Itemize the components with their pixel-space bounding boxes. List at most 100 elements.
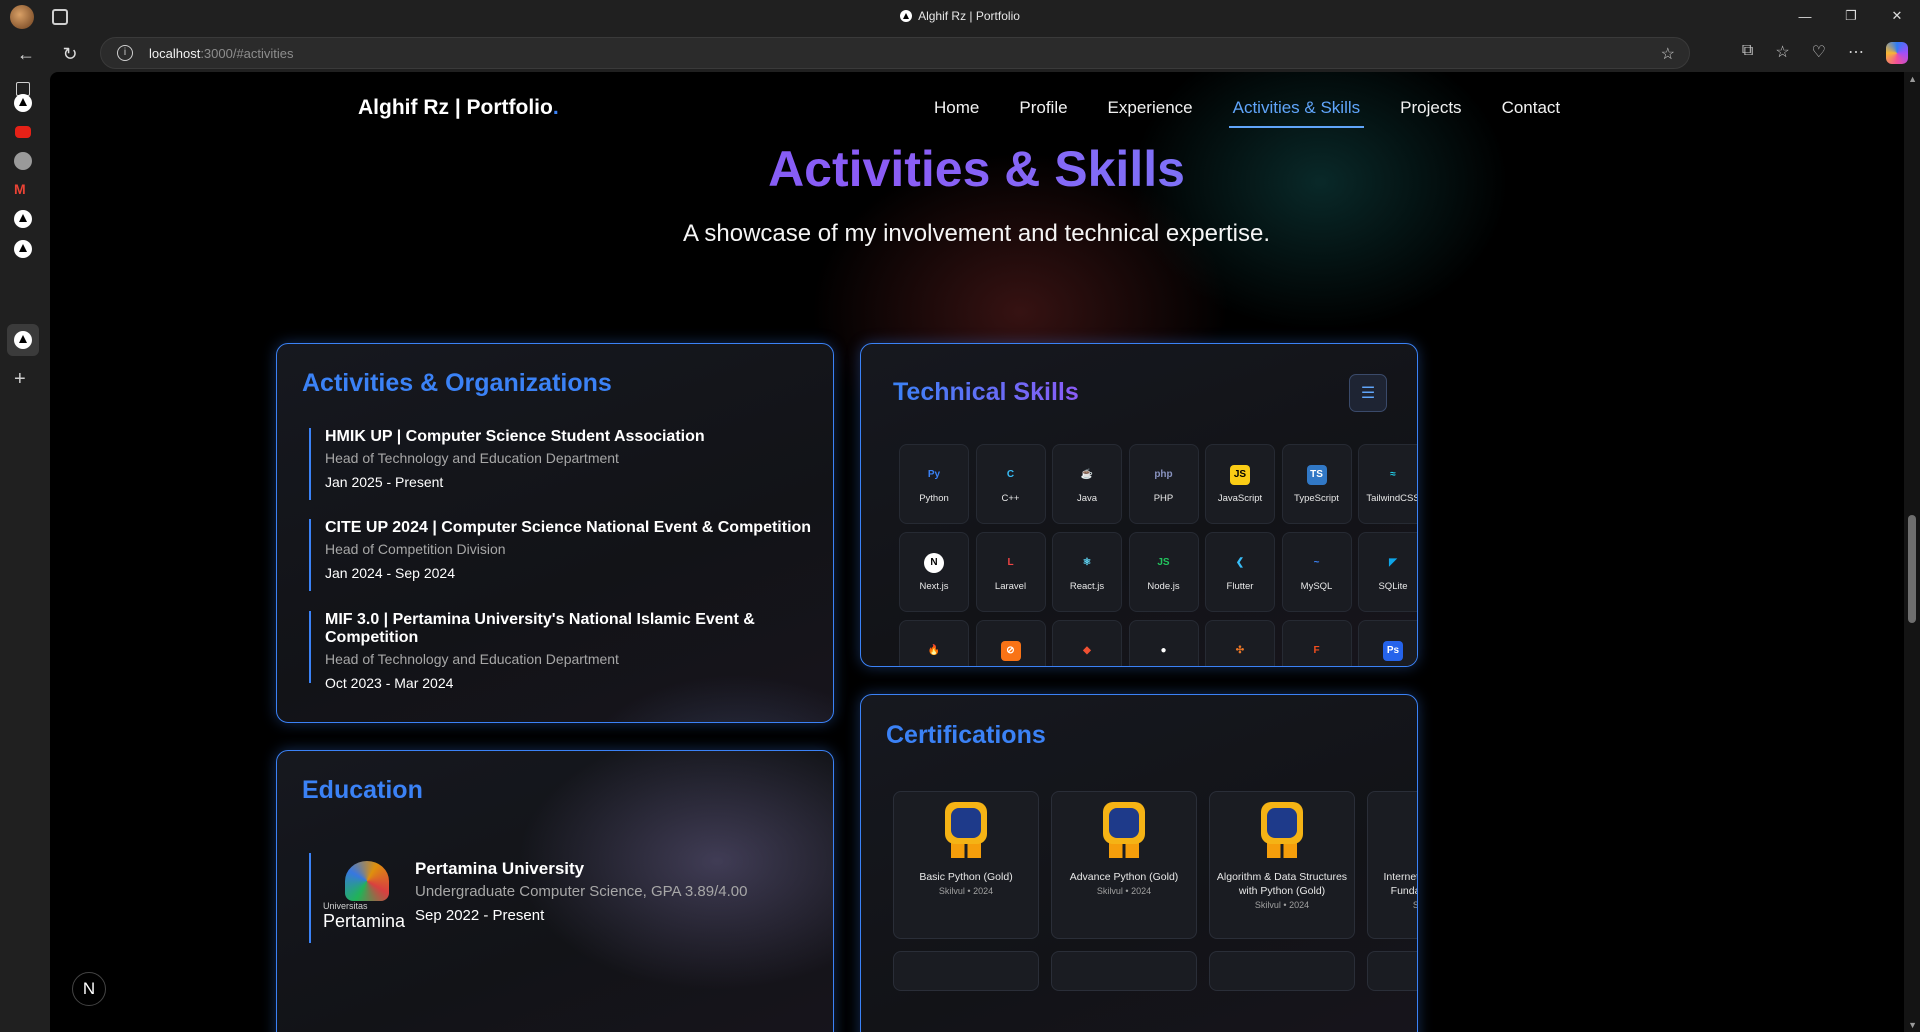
close-window-button[interactable]: ✕ <box>1874 0 1920 32</box>
list-view-button[interactable]: ☰ <box>1349 374 1387 412</box>
vercel-tab-icon[interactable] <box>14 240 32 258</box>
python-badge-icon <box>943 802 989 860</box>
skill-label: React.js <box>1069 580 1105 592</box>
tailwindcss-icon: ≈ <box>1390 469 1396 480</box>
skill-git[interactable]: ◆Git <box>1052 620 1122 666</box>
php-icon: php <box>1154 469 1173 480</box>
scroll-down-arrow-icon[interactable]: ▼ <box>1908 1020 1917 1030</box>
refresh-button[interactable]: ↻ <box>56 40 84 68</box>
skill-tailwindcss[interactable]: ≈ TailwindCSS <box>1358 444 1417 524</box>
certification-card[interactable]: Advance Python (Gold) Skilvul • 2024 <box>1051 791 1197 939</box>
page-scrollbar[interactable]: ▲ ▼ <box>1904 72 1920 1032</box>
youtube-tab-icon[interactable] <box>15 126 31 138</box>
certification-source: Skilvul • 2024 <box>1254 900 1310 911</box>
skill-python[interactable]: Py Python <box>899 444 969 524</box>
skill-mysql[interactable]: ~ MySQL <box>1281 532 1352 612</box>
url-text[interactable]: localhost:3000/#activities <box>149 46 294 61</box>
react-js-icon: ⚛ <box>1082 557 1092 568</box>
skill-c-[interactable]: C C++ <box>975 444 1046 524</box>
activities-card: Activities & Organizations HMIK UP | Com… <box>276 343 834 723</box>
nav-experience[interactable]: Experience <box>1108 98 1193 128</box>
tableau-icon: ✣ <box>1235 645 1245 656</box>
address-bar[interactable]: i localhost:3000/#activities ☆ <box>100 37 1690 69</box>
skill-label: Flutter <box>1226 580 1254 592</box>
c--icon: C <box>1006 469 1015 480</box>
skill-laravel[interactable]: L Laravel <box>975 532 1046 612</box>
activity-role: Head of Technology and Education Departm… <box>325 651 619 667</box>
scroll-up-arrow-icon[interactable]: ▲ <box>1908 74 1917 84</box>
certification-card[interactable] <box>893 951 1039 991</box>
skill-label: C++ <box>1001 492 1020 504</box>
more-options-icon[interactable]: ⋯ <box>1848 42 1864 64</box>
certification-card[interactable]: Basic Python (Gold) Skilvul • 2024 <box>893 791 1039 939</box>
activity-date: Jan 2024 - Sep 2024 <box>325 565 455 581</box>
skill-label: PHP <box>1153 492 1174 504</box>
skill-java[interactable]: ☕ Java <box>1052 444 1122 524</box>
nav-contact[interactable]: Contact <box>1502 98 1561 128</box>
skill-sqlite[interactable]: ◤ SQLite <box>1358 532 1417 612</box>
education-title: Education <box>302 776 423 804</box>
vercel-tab-icon[interactable] <box>14 94 32 112</box>
activities-title: Activities & Organizations <box>302 369 612 397</box>
skill-javascript[interactable]: JS JavaScript <box>1205 444 1275 524</box>
certification-source: Skilvul • 2024 <box>1413 900 1417 910</box>
nextjs-dev-indicator-icon[interactable]: N <box>72 972 106 1006</box>
skill-typescript[interactable]: TS TypeScript <box>1281 444 1352 524</box>
site-brand[interactable]: Alghif Rz | Portfolio. <box>358 96 559 120</box>
rest-api-icon: ⊘ <box>1000 640 1021 661</box>
skill-label: Laravel <box>994 580 1027 592</box>
scroll-thumb[interactable] <box>1908 515 1916 623</box>
address-toolbar: ← ↻ i localhost:3000/#activities ☆ ⧉ ☆ ♡… <box>0 34 1920 72</box>
github-icon: ● <box>1160 645 1167 656</box>
certification-card[interactable] <box>1051 951 1197 991</box>
skill-react-js[interactable]: ⚛ React.js <box>1052 532 1122 612</box>
browser-essentials-icon[interactable]: ♡ <box>1812 42 1826 64</box>
browser-sidebar: M + <box>0 72 50 1032</box>
skill-node-js[interactable]: JS Node.js <box>1128 532 1199 612</box>
activity-item: HMIK UP | Computer Science Student Assoc… <box>309 428 705 500</box>
photoshop-icon: Ps <box>1383 640 1403 661</box>
firebase-icon: 🔥 <box>927 645 941 656</box>
certification-source: Skilvul • 2024 <box>1096 886 1152 897</box>
certification-card[interactable]: Algorithm & Data Structures with Python … <box>1209 791 1355 939</box>
nav-projects[interactable]: Projects <box>1400 98 1461 128</box>
vercel-tab-icon[interactable] <box>14 210 32 228</box>
git-icon: ◆ <box>1083 645 1091 656</box>
skill-tableau[interactable]: ✣Tableau <box>1205 620 1275 666</box>
certifications-row-2 <box>893 951 1417 991</box>
laravel-icon: L <box>1007 557 1014 568</box>
nav-activities-skills[interactable]: Activities & Skills <box>1228 98 1364 128</box>
restore-button[interactable]: ❐ <box>1828 0 1874 32</box>
skill-php[interactable]: php PHP <box>1128 444 1199 524</box>
back-button[interactable]: ← <box>12 40 40 68</box>
degree: Undergraduate Computer Science, GPA 3.89… <box>415 883 748 900</box>
skill-github[interactable]: ●GitHub <box>1128 620 1199 666</box>
minimize-button[interactable]: — <box>1782 0 1828 32</box>
university-logo: Universitas Pertamina <box>323 861 409 935</box>
skill-label: Python <box>919 492 949 504</box>
skill-rest-api[interactable]: ⊘REST API <box>975 620 1046 666</box>
skill-next-js[interactable]: N Next.js <box>899 532 969 612</box>
certifications-card: Certifications Basic Python (Gold) Skilvu… <box>860 694 1418 1032</box>
university-emblem-icon <box>345 861 389 901</box>
extensions-icon[interactable]: ⧉ <box>1742 42 1753 64</box>
nav-profile[interactable]: Profile <box>1019 98 1067 128</box>
certification-card[interactable] <box>1209 951 1355 991</box>
certification-card[interactable] <box>1367 951 1417 991</box>
nav-home[interactable]: Home <box>934 98 979 128</box>
favorite-star-icon[interactable]: ☆ <box>1661 44 1675 64</box>
skill-flutter[interactable]: ❮ Flutter <box>1205 532 1275 612</box>
vercel-tab-icon-active[interactable] <box>14 331 32 349</box>
favorites-icon[interactable]: ☆ <box>1775 42 1789 64</box>
certification-card[interactable]: Internet of Things (IoT) - Fundamentals … <box>1367 791 1417 939</box>
settings-tab-icon[interactable] <box>14 152 32 170</box>
browser-titlebar: Alghif Rz | Portfolio — ❐ ✕ <box>0 0 1920 34</box>
skill-firebase[interactable]: 🔥Firebase <box>899 620 969 666</box>
site-info-icon[interactable]: i <box>117 45 133 61</box>
copilot-icon[interactable] <box>1886 42 1908 64</box>
skill-photoshop[interactable]: PsPhotoshop <box>1358 620 1417 666</box>
education-date: Sep 2022 - Present <box>415 907 545 924</box>
new-tab-icon[interactable]: + <box>14 368 26 391</box>
gmail-tab-icon[interactable]: M <box>14 181 32 199</box>
skill-figma[interactable]: FFigma <box>1281 620 1352 666</box>
